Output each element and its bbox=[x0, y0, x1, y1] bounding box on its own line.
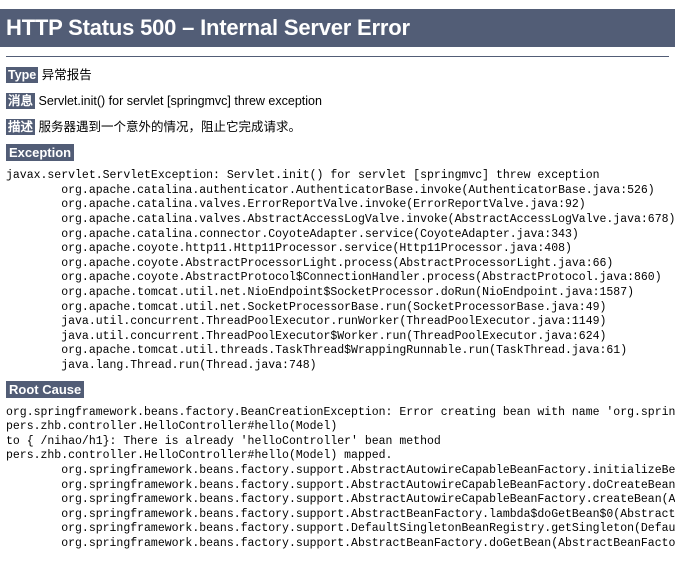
meta-type-value: 异常报告 bbox=[41, 67, 92, 82]
exception-heading-label: Exception bbox=[6, 144, 75, 162]
exception-spacer bbox=[0, 374, 675, 382]
meta-description-value: 服务器遇到一个意外的情况，阻止它完成请求。 bbox=[38, 120, 302, 134]
meta-type-row: Type 异常报告 bbox=[6, 66, 675, 83]
root-cause-stack-trace: org.springframework.beans.factory.BeanCr… bbox=[6, 405, 675, 550]
meta-type-label: Type bbox=[6, 66, 39, 83]
exception-heading: Exception bbox=[6, 144, 675, 162]
error-page: HTTP Status 500 – Internal Server Error … bbox=[0, 0, 675, 570]
meta-message-label: 消息 bbox=[6, 92, 36, 109]
header-divider bbox=[6, 55, 669, 57]
meta-description-label: 描述 bbox=[6, 119, 36, 135]
exception-stack-trace: javax.servlet.ServletException: Servlet.… bbox=[6, 169, 675, 372]
meta-message-row: 消息 Servlet.init() for servlet [springmvc… bbox=[6, 92, 675, 109]
meta-message-value: Servlet.init() for servlet [springmvc] t… bbox=[38, 93, 322, 108]
root-cause-heading-label: Root Cause bbox=[6, 380, 85, 398]
root-cause-heading: Root Cause bbox=[6, 380, 675, 398]
page-title: HTTP Status 500 – Internal Server Error bbox=[0, 9, 675, 47]
meta-description-row: 描述 服务器遇到一个意外的情况，阻止它完成请求。 bbox=[6, 119, 675, 135]
